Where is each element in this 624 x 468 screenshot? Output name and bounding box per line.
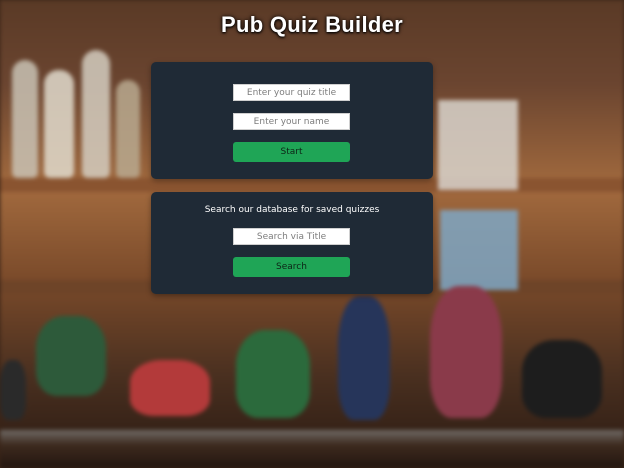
start-button[interactable]: Start — [233, 142, 350, 162]
wall-sign — [438, 100, 518, 190]
bottle — [82, 50, 110, 178]
beer-tap — [36, 316, 106, 396]
beer-tap — [338, 296, 390, 420]
beer-tap — [430, 286, 502, 418]
bottle — [44, 70, 74, 178]
beer-tap — [0, 360, 26, 420]
beer-tap — [522, 340, 602, 418]
shelf — [0, 178, 624, 192]
beer-tap — [130, 360, 210, 416]
page-title: Pub Quiz Builder — [220, 12, 404, 37]
search-input[interactable] — [233, 228, 350, 245]
quiz-title-input[interactable] — [233, 84, 350, 101]
search-button[interactable]: Search — [233, 257, 350, 277]
beer-tap — [236, 330, 310, 418]
wall-sign — [440, 210, 518, 290]
search-quiz-panel: Search our database for saved quizzes Se… — [151, 192, 433, 294]
bottle — [116, 80, 140, 178]
search-heading: Search our database for saved quizzes — [204, 205, 380, 215]
bar-counter — [0, 430, 624, 468]
name-input[interactable] — [233, 113, 350, 130]
bottle — [12, 60, 38, 178]
create-quiz-panel: Start — [151, 62, 433, 179]
